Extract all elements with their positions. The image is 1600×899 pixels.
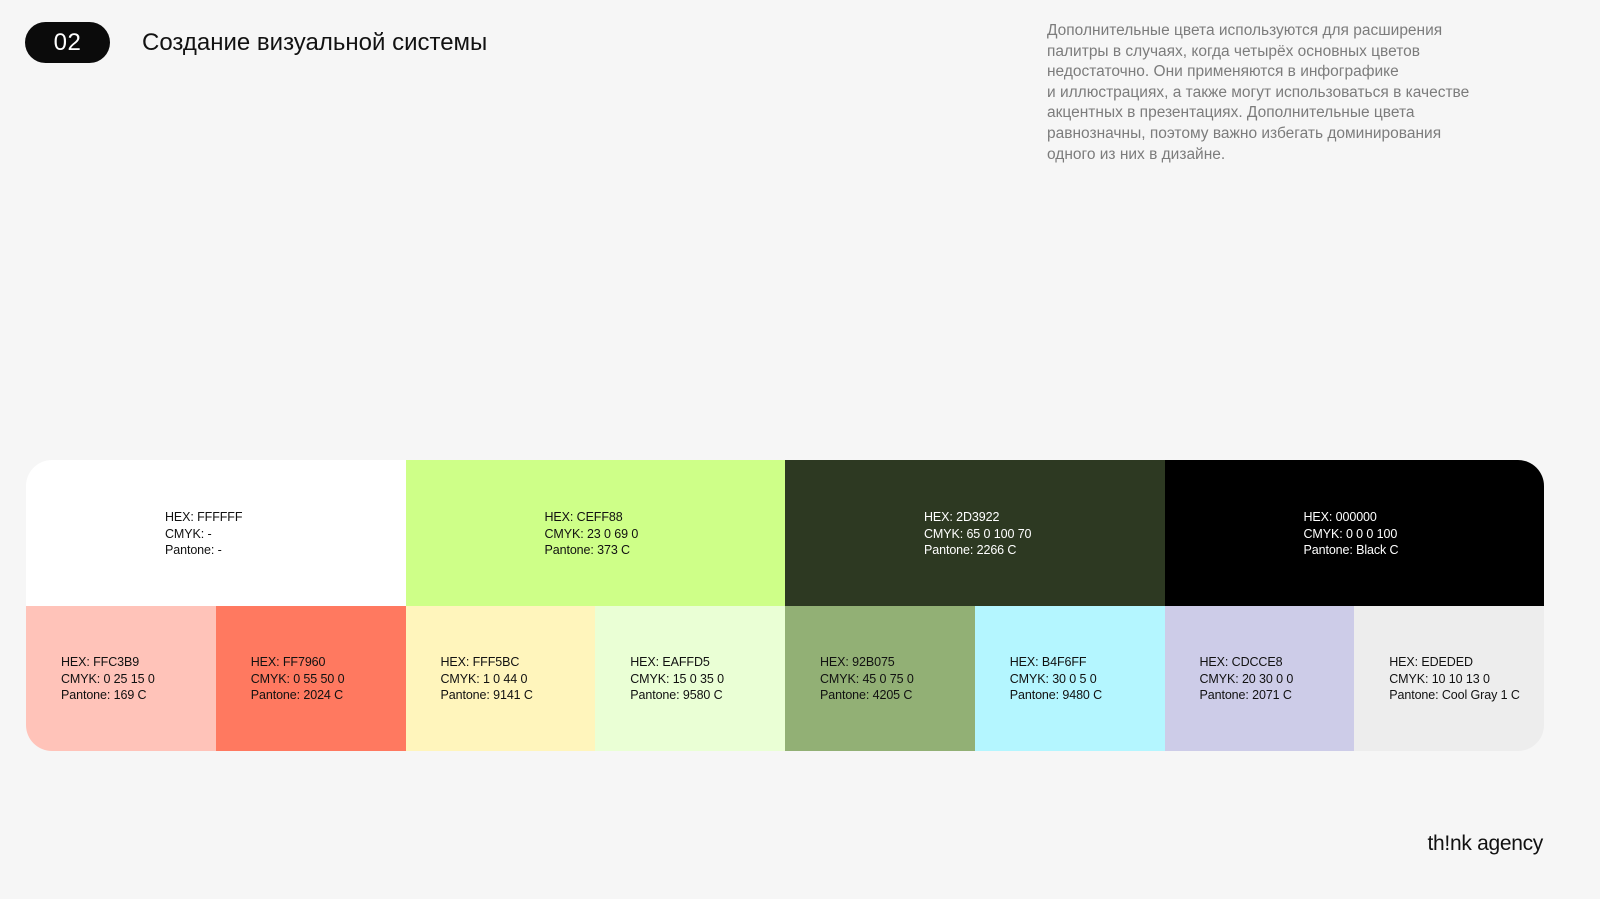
swatch-cmyk: CMYK: 0 55 50 0: [250, 671, 345, 686]
swatch-info: HEX: EDEDED CMYK: 10 10 13 0 Pantone: Co…: [1389, 654, 1520, 704]
swatch-cmyk: CMYK: 0 25 15 0: [61, 671, 155, 686]
swatch-info: HEX: CDCCE8 CMYK: 20 30 0 0 Pantone: 207…: [1200, 654, 1294, 704]
swatch-pantone: Pantone: 9141 C: [440, 688, 533, 702]
primary-swatch-white: HEX: FFFFFF CMYK: - Pantone: -: [26, 460, 406, 606]
swatch-info: HEX: EAFFD5 CMYK: 15 0 35 0 Pantone: 958…: [630, 654, 724, 704]
swatch-hex: HEX: EAFFD5: [630, 655, 710, 669]
swatch-cmyk: CMYK: 23 0 69 0: [544, 526, 639, 541]
swatch-cmyk: CMYK: 20 30 0 0: [1199, 671, 1294, 686]
swatch-info: HEX: CEFF88 CMYK: 23 0 69 0 Pantone: 373…: [545, 509, 639, 559]
secondary-swatch-pink: HEX: FFC3B9 CMYK: 0 25 15 0 Pantone: 169…: [26, 606, 216, 751]
page-title: Создание визуальной системы: [142, 29, 488, 56]
swatch-pantone: Pantone: Cool Gray 1 C: [1389, 688, 1520, 702]
swatch-cmyk: CMYK: 30 0 5 0: [1009, 671, 1097, 686]
swatch-pantone: Pantone: 9580 C: [630, 688, 723, 702]
swatch-info: HEX: 000000 CMYK: 0 0 0 100 Pantone: Bla…: [1304, 509, 1399, 559]
swatch-hex: HEX: FF7960: [250, 655, 326, 669]
description-line: акцентных в презентациях. Дополнительные…: [1047, 104, 1415, 122]
swatch-hex: HEX: 000000: [1303, 510, 1377, 524]
secondary-colors-row: HEX: FFC3B9 CMYK: 0 25 15 0 Pantone: 169…: [26, 606, 1544, 751]
swatch-info: HEX: FF7960 CMYK: 0 55 50 0 Pantone: 202…: [251, 654, 345, 704]
swatch-hex: HEX: 92B075: [820, 655, 895, 669]
swatch-pantone: Pantone: 2024 C: [250, 688, 344, 702]
swatch-hex: HEX: CEFF88: [544, 510, 623, 524]
description-line: недостаточно. Они применяются в инфограф…: [1047, 63, 1399, 81]
swatch-pantone: Pantone: -: [165, 543, 222, 557]
primary-swatch-black: HEX: 000000 CMYK: 0 0 0 100 Pantone: Bla…: [1164, 460, 1544, 606]
secondary-swatch-coral: HEX: FF7960 CMYK: 0 55 50 0 Pantone: 202…: [215, 606, 406, 751]
brand-logo: th!nk agency: [1427, 832, 1544, 855]
swatch-pantone: Pantone: 169 C: [61, 688, 147, 702]
swatch-info: HEX: B4F6FF CMYK: 30 0 5 0 Pantone: 9480…: [1010, 654, 1102, 704]
swatch-cmyk: CMYK: 65 0 100 70: [924, 526, 1032, 541]
palette-description: Дополнительные цвета используются для ра…: [1047, 21, 1547, 165]
swatch-hex: HEX: 2D3922: [924, 510, 1000, 524]
description-line: одного из них в дизайне.: [1047, 145, 1226, 163]
swatch-pantone: Pantone: Black C: [1303, 543, 1399, 557]
swatch-pantone: Pantone: 373 C: [544, 543, 631, 557]
primary-swatch-lime: HEX: CEFF88 CMYK: 23 0 69 0 Pantone: 373…: [405, 460, 785, 606]
secondary-swatch-pale-green: HEX: EAFFD5 CMYK: 15 0 35 0 Pantone: 958…: [595, 606, 785, 751]
secondary-swatch-pale-yellow: HEX: FFF5BC CMYK: 1 0 44 0 Pantone: 9141…: [405, 606, 596, 751]
swatch-info: HEX: FFFFFF CMYK: - Pantone: -: [165, 509, 242, 559]
swatch-pantone: Pantone: 9480 C: [1009, 688, 1103, 702]
swatch-cmyk: CMYK: 10 10 13 0: [1389, 671, 1490, 686]
swatch-hex: HEX: B4F6FF: [1009, 655, 1087, 669]
swatch-pantone: Pantone: 4205 C: [820, 688, 913, 702]
swatch-cmyk: CMYK: -: [165, 526, 212, 541]
swatch-info: HEX: FFC3B9 CMYK: 0 25 15 0 Pantone: 169…: [61, 654, 155, 704]
secondary-swatch-light-cyan: HEX: B4F6FF CMYK: 30 0 5 0 Pantone: 9480…: [974, 606, 1165, 751]
swatch-hex: HEX: CDCCE8: [1199, 655, 1283, 669]
secondary-swatch-lavender: HEX: CDCCE8 CMYK: 20 30 0 0 Pantone: 207…: [1164, 606, 1355, 751]
swatch-info: HEX: FFF5BC CMYK: 1 0 44 0 Pantone: 9141…: [441, 654, 533, 704]
description-line: равнозначны, поэтому важно избегать доми…: [1047, 124, 1442, 142]
swatch-hex: HEX: FFF5BC: [440, 655, 520, 669]
swatch-hex: HEX: FFC3B9: [61, 655, 140, 669]
color-palette: HEX: FFFFFF CMYK: - Pantone: - HEX: CEFF…: [26, 460, 1544, 751]
section-number-badge: 02: [25, 22, 110, 63]
secondary-swatch-light-gray: HEX: EDEDED CMYK: 10 10 13 0 Pantone: Co…: [1354, 606, 1544, 751]
swatch-info: HEX: 92B075 CMYK: 45 0 75 0 Pantone: 420…: [820, 654, 914, 704]
description-line: и иллюстрациях, а также могут использова…: [1047, 83, 1470, 101]
secondary-swatch-sage: HEX: 92B075 CMYK: 45 0 75 0 Pantone: 420…: [785, 606, 975, 751]
primary-swatch-dark-green: HEX: 2D3922 CMYK: 65 0 100 70 Pantone: 2…: [785, 460, 1165, 606]
swatch-info: HEX: 2D3922 CMYK: 65 0 100 70 Pantone: 2…: [924, 509, 1032, 559]
description-line: Дополнительные цвета используются для ра…: [1047, 22, 1443, 39]
primary-colors-row: HEX: FFFFFF CMYK: - Pantone: - HEX: CEFF…: [26, 460, 1544, 606]
swatch-cmyk: CMYK: 0 0 0 100: [1303, 526, 1398, 541]
swatch-cmyk: CMYK: 15 0 35 0: [630, 671, 724, 686]
description-line: палитры в случаях, когда четырёх основны…: [1047, 42, 1421, 60]
swatch-pantone: Pantone: 2266 C: [924, 543, 1017, 557]
swatch-hex: HEX: FFFFFF: [165, 510, 243, 524]
swatch-hex: HEX: EDEDED: [1389, 655, 1473, 669]
swatch-cmyk: CMYK: 1 0 44 0: [440, 671, 528, 686]
swatch-cmyk: CMYK: 45 0 75 0: [820, 671, 914, 686]
swatch-pantone: Pantone: 2071 C: [1199, 688, 1292, 702]
